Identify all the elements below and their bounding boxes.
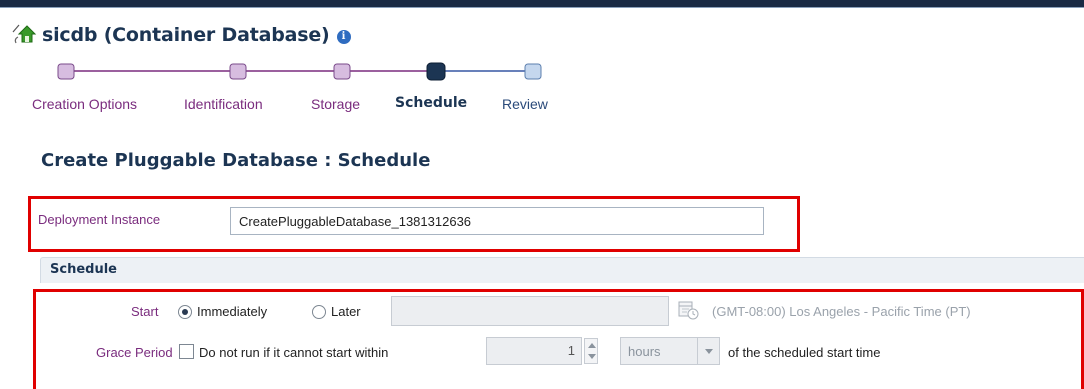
train-stop-storage (333, 63, 351, 80)
train-stop-creation-options (57, 63, 75, 80)
later-radio-label[interactable]: Later (331, 304, 361, 319)
page-title: Create Pluggable Database : Schedule (41, 150, 431, 171)
calendar-icon[interactable] (678, 300, 700, 320)
immediately-radio[interactable] (178, 305, 192, 319)
timezone-label: (GMT-08:00) Los Angeles - Pacific Time (… (712, 304, 971, 319)
deployment-instance-input[interactable] (230, 207, 764, 235)
later-datetime-input[interactable] (391, 296, 669, 326)
train-stop-schedule (426, 62, 446, 81)
schedule-section-header[interactable]: Schedule (40, 257, 1084, 283)
train-stop-review (524, 63, 542, 80)
wizard-train: Creation Options Identification Storage … (0, 60, 600, 120)
train-step-identification[interactable]: Identification (184, 96, 263, 112)
home-icon[interactable] (10, 23, 40, 47)
train-step-review[interactable]: Review (502, 96, 548, 112)
later-radio[interactable] (312, 305, 326, 319)
train-step-schedule: Schedule (395, 95, 468, 111)
schedule-section-title: Schedule (50, 262, 117, 277)
immediately-radio-label[interactable]: Immediately (197, 304, 267, 319)
database-header: sicdb (Container Database) i (10, 20, 351, 50)
top-bar (0, 0, 1084, 8)
grace-period-unit-select[interactable]: hours (620, 337, 720, 365)
grace-period-suffix: of the scheduled start time (728, 345, 881, 360)
grace-period-unit-value: hours (628, 344, 661, 359)
spinner-down-icon[interactable] (588, 354, 596, 359)
database-title: sicdb (Container Database) (42, 24, 330, 46)
grace-period-spinner[interactable] (584, 338, 598, 364)
chevron-down-icon[interactable] (697, 338, 719, 364)
train-stop-identification (229, 63, 247, 80)
grace-period-checkbox-label[interactable]: Do not run if it cannot start within (199, 345, 388, 360)
train-track (57, 62, 542, 81)
grace-period-label: Grace Period (96, 345, 173, 360)
grace-period-value-input[interactable]: 1 (486, 337, 582, 365)
start-label: Start (131, 304, 159, 319)
spinner-up-icon[interactable] (588, 343, 596, 348)
deployment-instance-label: Deployment Instance (38, 212, 161, 227)
grace-period-checkbox[interactable] (179, 344, 194, 359)
train-step-creation-options[interactable]: Creation Options (32, 96, 137, 112)
info-icon[interactable]: i (336, 30, 351, 44)
train-step-storage[interactable]: Storage (311, 96, 360, 112)
